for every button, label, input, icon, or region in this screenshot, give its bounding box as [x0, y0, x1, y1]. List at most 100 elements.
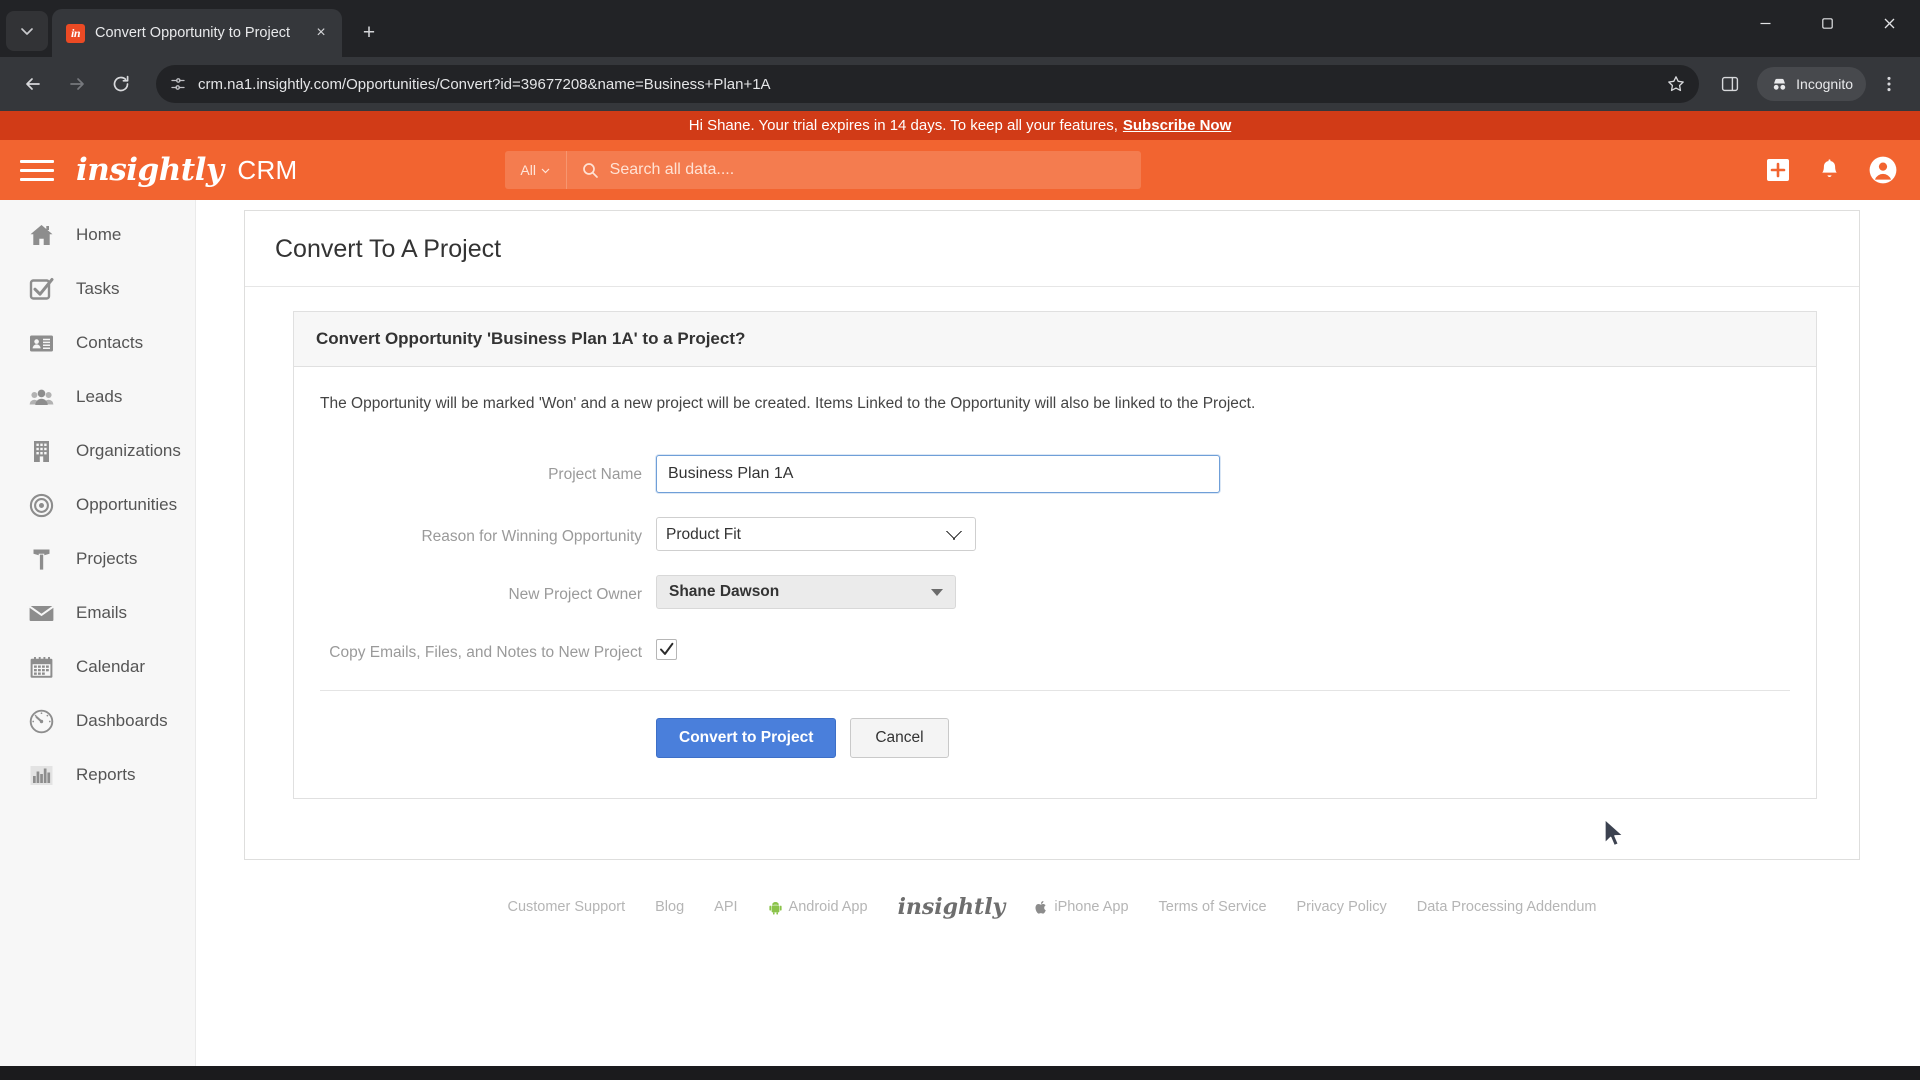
caret-down-icon	[931, 588, 943, 596]
search-scope-label: All	[520, 162, 536, 178]
address-bar[interactable]: crm.na1.insightly.com/Opportunities/Conv…	[156, 65, 1700, 103]
sidebar-item-tasks[interactable]: Tasks	[0, 262, 195, 316]
app-header: insightly CRM All Search all data....	[0, 140, 1920, 200]
sidebar-label: Projects	[76, 549, 138, 568]
url-text: crm.na1.insightly.com/Opportunities/Conv…	[198, 75, 771, 93]
owner-dropdown[interactable]: Shane Dawson	[656, 575, 956, 609]
new-tab-button[interactable]: +	[352, 16, 386, 50]
footer-link-api[interactable]: API	[714, 899, 737, 915]
footer-link-customer-support[interactable]: Customer Support	[507, 899, 625, 915]
sidebar-nav: Home Tasks Contacts Leads Organizations …	[0, 200, 196, 1080]
android-icon	[768, 901, 782, 915]
project-name-input[interactable]	[656, 455, 1220, 493]
plus-square-icon[interactable]	[1765, 157, 1791, 183]
sidebar-item-contacts[interactable]: Contacts	[0, 316, 195, 370]
footer-link-iphone-app[interactable]: iPhone App	[1035, 899, 1129, 915]
bell-icon[interactable]	[1817, 158, 1842, 183]
insightly-favicon-icon: in	[66, 23, 85, 43]
convert-to-project-button[interactable]: Convert to Project	[656, 717, 837, 758]
app-body: Home Tasks Contacts Leads Organizations …	[0, 200, 1920, 1080]
forward-button[interactable]	[58, 65, 96, 103]
convert-panel: Convert To A Project Convert Opportunity…	[244, 210, 1860, 860]
owner-value: Shane Dawson	[669, 583, 780, 600]
reason-select[interactable]: Product Fit	[656, 517, 976, 551]
sidebar-item-projects[interactable]: Projects	[0, 532, 195, 586]
back-button[interactable]	[14, 65, 52, 103]
trial-banner: Hi Shane. Your trial expires in 14 days.…	[0, 111, 1920, 140]
global-search: All Search all data....	[504, 151, 1141, 189]
tab-title: Convert Opportunity to Project	[95, 25, 291, 41]
footer-link-privacy-policy[interactable]: Privacy Policy	[1297, 899, 1387, 915]
sidebar-item-home[interactable]: Home	[0, 208, 195, 262]
sidebar-item-reports[interactable]: Reports	[0, 748, 195, 802]
sidebar-label: Opportunities	[76, 495, 178, 514]
search-icon	[582, 162, 598, 178]
hamburger-menu-icon[interactable]	[20, 155, 54, 185]
site-settings-icon[interactable]	[170, 76, 186, 92]
sidebar-label: Leads	[76, 387, 123, 406]
sidebar-label: Organizations	[76, 441, 181, 460]
side-panel-icon[interactable]	[1713, 67, 1747, 101]
sidebar-item-opportunities[interactable]: Opportunities	[0, 478, 195, 532]
reason-label: Reason for Winning Opportunity	[421, 528, 642, 545]
footer-link-terms-of-service[interactable]: Terms of Service	[1159, 899, 1267, 915]
footer-android-label: Android App	[788, 899, 868, 915]
sidebar-label: Tasks	[76, 279, 120, 298]
apple-icon	[1035, 900, 1047, 914]
footer-iphone-label: iPhone App	[1054, 899, 1129, 915]
browser-tab[interactable]: in Convert Opportunity to Project ×	[52, 9, 342, 57]
form-actions: Convert to Project Cancel	[316, 691, 1794, 798]
maximize-button[interactable]	[1796, 0, 1858, 46]
convert-form-card: Convert Opportunity 'Business Plan 1A' t…	[293, 311, 1817, 799]
search-scope-dropdown[interactable]: All	[505, 151, 567, 189]
copy-items-checkbox[interactable]	[656, 639, 677, 660]
tab-search-button[interactable]	[6, 11, 48, 51]
close-tab-icon[interactable]: ×	[310, 22, 332, 44]
sidebar-item-leads[interactable]: Leads	[0, 370, 195, 424]
project-name-label: Project Name	[548, 466, 642, 483]
home-icon	[27, 221, 56, 250]
reason-row: Reason for Winning Opportunity Product F…	[316, 517, 1794, 551]
close-window-button[interactable]	[1858, 0, 1920, 46]
favicon-letters: in	[70, 25, 81, 40]
user-avatar-icon[interactable]	[1868, 155, 1898, 185]
building-icon	[27, 437, 56, 466]
card-heading: Convert Opportunity 'Business Plan 1A' t…	[294, 312, 1816, 367]
card-body: The Opportunity will be marked 'Won' and…	[294, 367, 1816, 798]
copy-items-label: Copy Emails, Files, and Notes to New Pro…	[329, 644, 642, 661]
incognito-label: Incognito	[1796, 76, 1853, 92]
footer-link-android-app[interactable]: Android App	[768, 899, 868, 915]
browser-toolbar: crm.na1.insightly.com/Opportunities/Conv…	[0, 57, 1920, 111]
search-input[interactable]: Search all data....	[567, 161, 1141, 179]
sidebar-item-dashboards[interactable]: Dashboards	[0, 694, 195, 748]
checkmark-icon	[660, 642, 674, 655]
insightly-logo[interactable]: insightly	[76, 152, 224, 188]
trial-message: Hi Shane. Your trial expires in 14 days.…	[688, 117, 1118, 134]
sidebar-item-emails[interactable]: Emails	[0, 586, 195, 640]
header-actions	[1765, 155, 1898, 185]
footer-link-data-processing-addendum[interactable]: Data Processing Addendum	[1417, 899, 1597, 915]
calendar-icon	[27, 653, 56, 682]
description-text: The Opportunity will be marked 'Won' and…	[320, 395, 1256, 412]
sidebar-item-calendar[interactable]: Calendar	[0, 640, 195, 694]
subscribe-now-link[interactable]: Subscribe Now	[1123, 117, 1231, 134]
sidebar-label: Emails	[76, 603, 128, 622]
minimize-button[interactable]	[1734, 0, 1796, 46]
sidebar-label: Home	[76, 225, 122, 244]
insightly-app: Hi Shane. Your trial expires in 14 days.…	[0, 111, 1920, 1080]
target-icon	[27, 491, 56, 520]
incognito-indicator[interactable]: Incognito	[1757, 67, 1866, 101]
cancel-button[interactable]: Cancel	[850, 717, 949, 758]
sidebar-label: Calendar	[76, 657, 145, 676]
sidebar-item-organizations[interactable]: Organizations	[0, 424, 195, 478]
footer-link-blog[interactable]: Blog	[655, 899, 684, 915]
os-taskbar	[0, 1066, 1920, 1080]
bar-chart-icon	[27, 761, 56, 790]
bookmark-star-icon[interactable]	[1667, 75, 1685, 93]
copy-items-row: Copy Emails, Files, and Notes to New Pro…	[316, 633, 1794, 666]
three-dot-menu-icon[interactable]	[1872, 67, 1906, 101]
people-group-icon	[27, 383, 56, 412]
owner-label: New Project Owner	[508, 586, 642, 603]
reload-button[interactable]	[102, 65, 140, 103]
search-placeholder: Search all data....	[609, 161, 735, 178]
